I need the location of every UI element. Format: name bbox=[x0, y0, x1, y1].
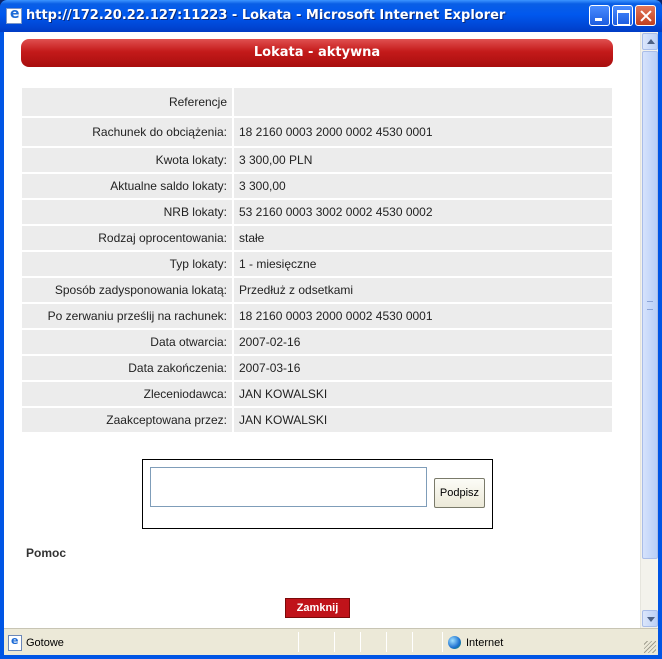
detail-value: 2007-02-16 bbox=[234, 330, 612, 356]
help-link[interactable]: Pomoc bbox=[26, 546, 66, 560]
close-button[interactable]: Zamknij bbox=[285, 598, 350, 618]
detail-row: Typ lokaty: 1 - miesięczne bbox=[22, 252, 612, 278]
sign-button[interactable]: Podpisz bbox=[434, 478, 485, 508]
status-divider bbox=[360, 632, 361, 652]
detail-value bbox=[234, 88, 612, 118]
detail-label: NRB lokaty: bbox=[22, 200, 234, 226]
status-divider bbox=[412, 632, 413, 652]
detail-value: 18 2160 0003 2000 0002 4530 0001 bbox=[234, 304, 612, 330]
detail-value: 18 2160 0003 2000 0002 4530 0001 bbox=[234, 118, 612, 148]
scroll-up-arrow-icon[interactable] bbox=[642, 33, 658, 50]
detail-row: NRB lokaty: 53 2160 0003 3002 0002 4530 0… bbox=[22, 200, 612, 226]
detail-label: Referencje bbox=[22, 88, 234, 118]
detail-row: Referencje bbox=[22, 88, 612, 118]
detail-value: 1 - miesięczne bbox=[234, 252, 612, 278]
browser-content: Lokata - aktywna Referencje Rachunek do o… bbox=[4, 32, 658, 628]
status-divider bbox=[386, 632, 387, 652]
status-divider bbox=[442, 632, 443, 652]
resize-grip[interactable] bbox=[644, 641, 656, 653]
page-title: Lokata - aktywna bbox=[21, 39, 613, 67]
detail-label: Rachunek do obciążenia: bbox=[22, 118, 234, 148]
detail-label: Rodzaj oprocentowania: bbox=[22, 226, 234, 252]
detail-label: Zleceniodawca: bbox=[22, 382, 234, 408]
security-zone-text: Internet bbox=[466, 637, 504, 649]
window-title: http://172.20.22.127:11223 - Lokata - Mi… bbox=[26, 8, 506, 23]
globe-icon bbox=[448, 636, 461, 649]
detail-value: 3 300,00 PLN bbox=[234, 148, 612, 174]
detail-value: 2007-03-16 bbox=[234, 356, 612, 382]
browser-window: http://172.20.22.127:11223 - Lokata - Mi… bbox=[0, 0, 662, 659]
detail-label: Typ lokaty: bbox=[22, 252, 234, 278]
detail-row: Kwota lokaty: 3 300,00 PLN bbox=[22, 148, 612, 174]
detail-value: JAN KOWALSKI bbox=[234, 382, 612, 408]
ie-page-icon bbox=[6, 6, 22, 24]
detail-row: Sposób zadysponowania lokatą: Przedłuż z … bbox=[22, 278, 612, 304]
detail-label: Po zerwaniu prześlij na rachunek: bbox=[22, 304, 234, 330]
detail-label: Aktualne saldo lokaty: bbox=[22, 174, 234, 200]
vertical-scrollbar[interactable] bbox=[640, 32, 658, 628]
detail-row: Rodzaj oprocentowania: stałe bbox=[22, 226, 612, 252]
signature-panel: Podpisz bbox=[142, 459, 493, 529]
scroll-down-arrow-icon[interactable] bbox=[642, 610, 658, 627]
detail-value: JAN KOWALSKI bbox=[234, 408, 612, 434]
detail-value: 3 300,00 bbox=[234, 174, 612, 200]
detail-label: Kwota lokaty: bbox=[22, 148, 234, 174]
detail-row: Data zakończenia: 2007-03-16 bbox=[22, 356, 612, 382]
maximize-button[interactable] bbox=[612, 5, 633, 26]
detail-row: Data otwarcia: 2007-02-16 bbox=[22, 330, 612, 356]
status-divider bbox=[298, 632, 299, 652]
close-window-button[interactable] bbox=[635, 5, 656, 26]
scrollbar-thumb[interactable] bbox=[642, 51, 658, 559]
detail-label: Data otwarcia: bbox=[22, 330, 234, 356]
signature-input[interactable] bbox=[150, 467, 427, 507]
detail-row: Rachunek do obciążenia: 18 2160 0003 2000… bbox=[22, 118, 612, 148]
status-text: Gotowe bbox=[26, 637, 64, 649]
title-bar[interactable]: http://172.20.22.127:11223 - Lokata - Mi… bbox=[0, 0, 662, 32]
detail-label: Data zakończenia: bbox=[22, 356, 234, 382]
detail-label: Zaakceptowana przez: bbox=[22, 408, 234, 434]
detail-row: Aktualne saldo lokaty: 3 300,00 bbox=[22, 174, 612, 200]
status-bar: Gotowe Internet bbox=[4, 628, 658, 655]
page-content: Lokata - aktywna Referencje Rachunek do o… bbox=[4, 32, 640, 628]
ie-page-icon bbox=[8, 634, 22, 651]
detail-value: stałe bbox=[234, 226, 612, 252]
detail-label: Sposób zadysponowania lokatą: bbox=[22, 278, 234, 304]
status-divider bbox=[334, 632, 335, 652]
detail-value: 53 2160 0003 3002 0002 4530 0002 bbox=[234, 200, 612, 226]
detail-row: Zleceniodawca: JAN KOWALSKI bbox=[22, 382, 612, 408]
detail-row: Po zerwaniu prześlij na rachunek: 18 2160… bbox=[22, 304, 612, 330]
minimize-button[interactable] bbox=[589, 5, 610, 26]
details-table: Referencje Rachunek do obciążenia: 18 2160… bbox=[22, 88, 612, 434]
detail-row: Zaakceptowana przez: JAN KOWALSKI bbox=[22, 408, 612, 434]
detail-value: Przedłuż z odsetkami bbox=[234, 278, 612, 304]
